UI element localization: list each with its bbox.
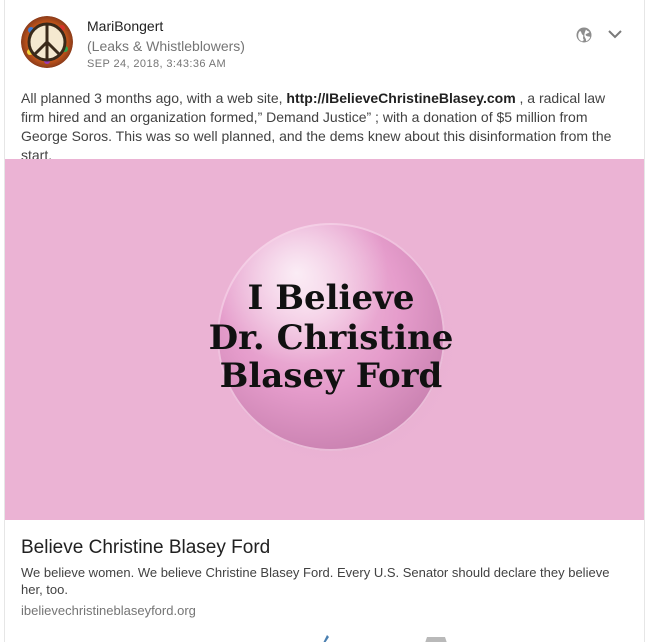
author-name[interactable]: MariBongert [87,18,163,34]
avatar[interactable] [21,16,73,68]
link-preview-domain[interactable]: ibelievechristineblaseyford.org [21,603,196,618]
link-preview-image[interactable]: I Believe Dr. Christine Blasey Ford [5,159,644,520]
button-text-line1: I Believe [248,278,415,318]
link-preview-description: We believe women. We believe Christine B… [21,565,610,597]
post-timestamp[interactable]: SEP 24, 2018, 3:43:36 AM [87,58,226,70]
chevron-down-icon[interactable] [605,24,625,44]
post-text-before: All planned 3 months ago, with a web sit… [21,90,287,106]
post-body: All planned 3 months ago, with a web sit… [21,89,621,165]
post-header: MariBongert (Leaks & Whistleblowers) SEP… [5,0,644,80]
community-name[interactable]: (Leaks & Whistleblowers) [87,38,245,54]
peace-sign-icon [21,16,73,68]
link-preview-title[interactable]: Believe Christine Blasey Ford [21,537,270,559]
post-card: MariBongert (Leaks & Whistleblowers) SEP… [4,0,645,642]
button-text-line2: Dr. Christine [209,318,454,358]
next-post-fragment [295,630,455,642]
globe-icon[interactable] [575,26,593,44]
button-text-line3: Blasey Ford [220,356,443,396]
post-text-link[interactable]: http://IBelieveChristineBlasey.com [286,90,515,106]
